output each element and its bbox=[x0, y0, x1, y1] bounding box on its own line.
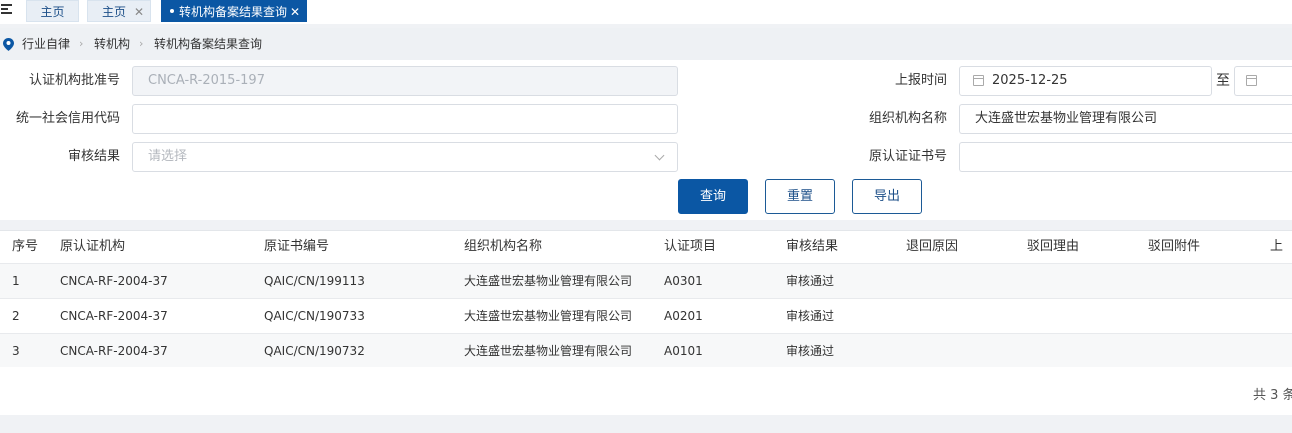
export-button[interactable]: 导出 bbox=[852, 179, 922, 214]
report-time-label: 上报时间 bbox=[894, 73, 947, 88]
tab-home-2[interactable]: 主页 ✕ bbox=[87, 0, 151, 22]
breadcrumb-item: 转机构备案结果查询 bbox=[154, 37, 263, 51]
org-name-input[interactable]: 大连盛世宏基物业管理有限公司 bbox=[959, 104, 1292, 134]
column-header: 原认证机构 bbox=[60, 239, 126, 254]
tab-label: 转机构备案结果查询 bbox=[179, 5, 288, 19]
credit-code-label: 统一社会信用代码 bbox=[15, 111, 120, 126]
org-name-label: 组织机构名称 bbox=[868, 111, 947, 126]
audit-result-label: 审核结果 bbox=[67, 149, 120, 164]
orig-cert-label: 原认证证书号 bbox=[868, 149, 947, 164]
audit-result-select[interactable]: 请选择 bbox=[132, 142, 678, 172]
cell-orig-org: CNCA-RF-2004-37 bbox=[60, 309, 168, 323]
cell-no: 3 bbox=[12, 344, 20, 358]
cell-project: A0201 bbox=[664, 309, 703, 323]
close-icon[interactable]: ✕ bbox=[134, 1, 144, 23]
tab-home-1[interactable]: 主页 bbox=[26, 0, 79, 22]
breadcrumb-item[interactable]: 行业自律 bbox=[22, 28, 70, 60]
query-button[interactable]: 查询 bbox=[678, 179, 748, 214]
cell-org-name: 大连盛世宏基物业管理有限公司 bbox=[464, 309, 633, 323]
chevron-right-icon: › bbox=[79, 37, 84, 50]
column-header: 审核结果 bbox=[786, 239, 839, 254]
cert-approval-label: 认证机构批准号 bbox=[28, 73, 120, 88]
table-row[interactable]: 3 CNCA-RF-2004-37 QAIC/CN/190732 大连盛世宏基物… bbox=[0, 333, 1292, 368]
reset-button[interactable]: 重置 bbox=[765, 179, 835, 214]
results-table: 序号 原认证机构 原证书编号 组织机构名称 认证项目 审核结果 退回原因 驳回理… bbox=[0, 230, 1292, 368]
cell-orig-org: CNCA-RF-2004-37 bbox=[60, 274, 168, 288]
credit-code-input[interactable] bbox=[132, 104, 678, 134]
cell-no: 1 bbox=[12, 274, 20, 288]
tab-bar: 主页 主页 ✕ 转机构备案结果查询 ✕ bbox=[0, 0, 1292, 24]
tab-label: 主页 bbox=[40, 5, 65, 19]
column-header: 上报 bbox=[1270, 239, 1284, 286]
audit-result-placeholder: 请选择 bbox=[148, 149, 188, 164]
column-header: 原证书编号 bbox=[264, 239, 330, 254]
cell-cert-no: QAIC/CN/190732 bbox=[264, 344, 365, 358]
cell-org-name: 大连盛世宏基物业管理有限公司 bbox=[464, 274, 633, 288]
cell-project: A0101 bbox=[664, 344, 703, 358]
calendar-icon bbox=[1246, 75, 1257, 86]
chevron-down-icon bbox=[654, 150, 665, 161]
cell-project: A0301 bbox=[664, 274, 703, 288]
chevron-right-icon: › bbox=[139, 37, 144, 50]
date-range-separator: 至 bbox=[1216, 73, 1230, 89]
column-header: 驳回理由 bbox=[1027, 239, 1080, 254]
filter-form: 认证机构批准号 CNCA-R-2015-197 统一社会信用代码 审核结果 请选… bbox=[0, 60, 1292, 220]
pagination-bar: 共 3 条 bbox=[0, 367, 1292, 415]
close-icon[interactable]: ✕ bbox=[290, 1, 300, 23]
total-count: 共 3 条 bbox=[1253, 388, 1292, 403]
column-header: 驳回附件 bbox=[1148, 239, 1201, 254]
tab-transfer-result-query[interactable]: 转机构备案结果查询 ✕ bbox=[161, 0, 307, 22]
report-time-start-input[interactable]: 2025-12-25 bbox=[959, 66, 1212, 96]
column-header: 退回原因 bbox=[906, 239, 959, 254]
cell-org-name: 大连盛世宏基物业管理有限公司 bbox=[464, 344, 633, 358]
cell-no: 2 bbox=[12, 309, 20, 323]
tab-label: 主页 bbox=[102, 5, 127, 19]
report-time-start-value: 2025-12-25 bbox=[992, 73, 1068, 88]
report-time-end-input[interactable] bbox=[1234, 66, 1292, 96]
table-row[interactable]: 1 CNCA-RF-2004-37 QAIC/CN/199113 大连盛世宏基物… bbox=[0, 263, 1292, 298]
cell-result: 审核通过 bbox=[786, 309, 835, 323]
cell-cert-no: QAIC/CN/199113 bbox=[264, 274, 365, 288]
cell-result: 审核通过 bbox=[786, 344, 835, 358]
cert-approval-input: CNCA-R-2015-197 bbox=[132, 66, 678, 96]
column-header: 序号 bbox=[12, 239, 39, 254]
cell-result: 审核通过 bbox=[786, 274, 835, 288]
calendar-icon bbox=[973, 75, 984, 86]
breadcrumb-item[interactable]: 转机构 bbox=[94, 28, 130, 60]
column-header: 组织机构名称 bbox=[464, 239, 543, 254]
breadcrumb: 行业自律 › 转机构 › 转机构备案结果查询 bbox=[0, 28, 1292, 60]
cell-cert-no: QAIC/CN/190733 bbox=[264, 309, 365, 323]
column-header: 认证项目 bbox=[664, 239, 717, 254]
orig-cert-input[interactable] bbox=[959, 142, 1292, 172]
active-dot-icon bbox=[170, 9, 174, 13]
location-pin-icon bbox=[3, 38, 14, 51]
menu-toggle-icon[interactable] bbox=[0, 2, 14, 16]
cell-orig-org: CNCA-RF-2004-37 bbox=[60, 344, 168, 358]
table-row[interactable]: 2 CNCA-RF-2004-37 QAIC/CN/190733 大连盛世宏基物… bbox=[0, 298, 1292, 333]
